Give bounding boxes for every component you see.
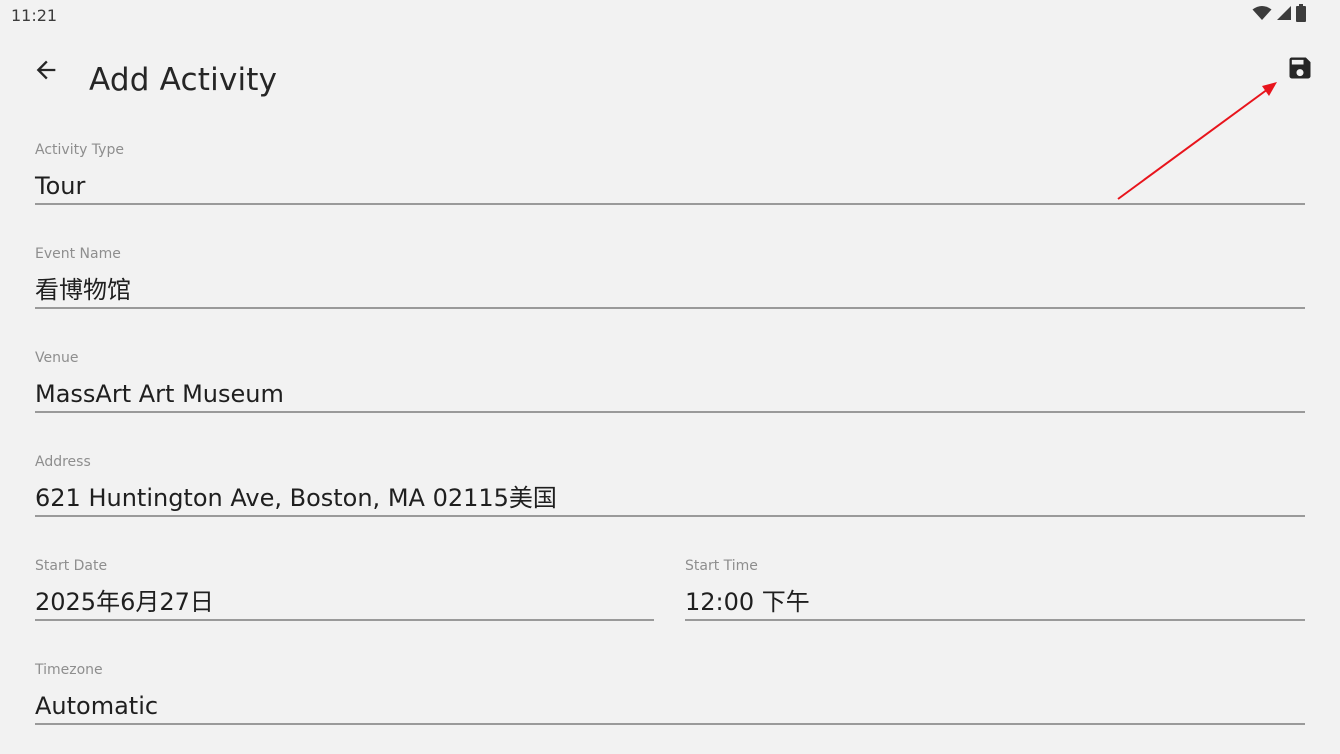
status-icons: [1252, 3, 1306, 27]
back-button[interactable]: [26, 52, 66, 92]
start-time-label: Start Time: [685, 558, 758, 574]
venue-underline: [35, 411, 1305, 413]
event-name-field[interactable]: Event Name 看博物馆: [35, 245, 1305, 309]
address-label: Address: [35, 454, 91, 470]
signal-icon: [1276, 5, 1292, 26]
timezone-label: Timezone: [35, 662, 103, 678]
venue-value[interactable]: MassArt Art Museum: [35, 380, 1305, 408]
event-name-value[interactable]: 看博物馆: [35, 276, 1305, 304]
arrow-back-icon: [32, 56, 60, 89]
address-field[interactable]: Address 621 Huntington Ave, Boston, MA 0…: [35, 453, 1305, 517]
page-title: Add Activity: [89, 62, 278, 98]
app-bar: Add Activity: [0, 40, 1340, 120]
start-time-value[interactable]: 12:00 下午: [685, 588, 1305, 616]
status-bar: 11:21: [0, 0, 1340, 30]
timezone-underline: [35, 723, 1305, 725]
activity-type-value[interactable]: Tour: [35, 172, 1305, 200]
address-underline: [35, 515, 1305, 517]
event-name-label: Event Name: [35, 246, 121, 262]
start-date-underline: [35, 619, 654, 621]
venue-label: Venue: [35, 350, 79, 366]
address-value[interactable]: 621 Huntington Ave, Boston, MA 02115美国: [35, 484, 1305, 512]
start-time-underline: [685, 619, 1305, 621]
timezone-field[interactable]: Timezone Automatic: [35, 661, 1305, 725]
status-time: 11:21: [11, 6, 58, 25]
start-date-label: Start Date: [35, 558, 108, 574]
wifi-icon: [1252, 5, 1272, 26]
start-date-field[interactable]: Start Date 2025年6月27日: [35, 557, 654, 621]
event-name-underline: [35, 307, 1305, 309]
save-icon: [1286, 54, 1314, 87]
start-date-value[interactable]: 2025年6月27日: [35, 588, 654, 616]
save-button[interactable]: [1280, 50, 1320, 90]
timezone-value[interactable]: Automatic: [35, 692, 1305, 720]
venue-field[interactable]: Venue MassArt Art Museum: [35, 349, 1305, 413]
activity-type-field[interactable]: Activity Type Tour: [35, 141, 1305, 205]
activity-type-label: Activity Type: [35, 142, 124, 158]
start-time-field[interactable]: Start Time 12:00 下午: [685, 557, 1305, 621]
add-activity-screen: 11:21 Add Activity Activity Type Tour Ev…: [0, 0, 1340, 754]
activity-type-underline: [35, 203, 1305, 205]
battery-icon: [1296, 3, 1306, 27]
